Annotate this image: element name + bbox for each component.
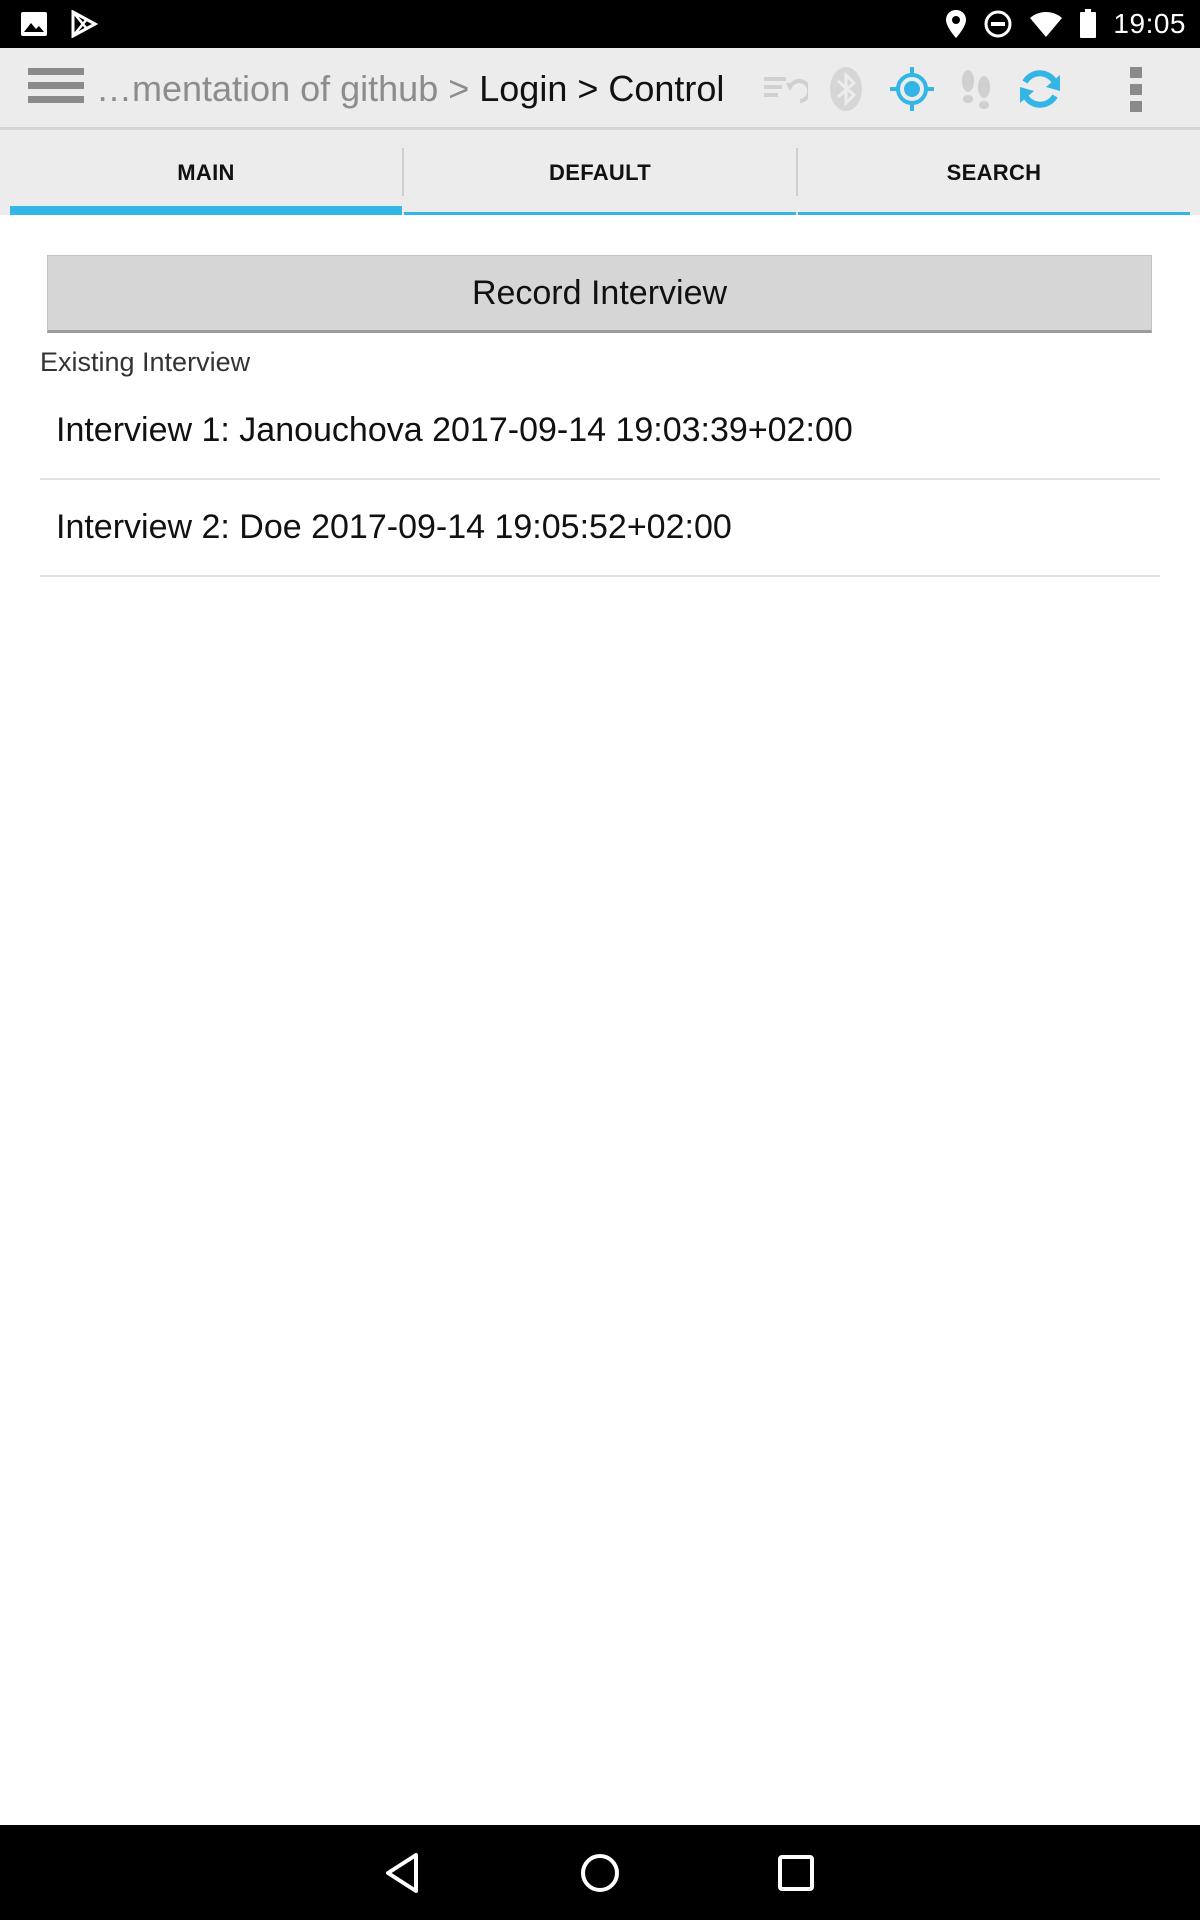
home-icon[interactable] [576, 1849, 624, 1897]
bluetooth-icon[interactable] [822, 65, 870, 113]
do-not-disturb-icon [983, 9, 1013, 39]
tab-main[interactable]: MAIN [10, 130, 402, 215]
existing-interview-label: Existing Interview [40, 347, 251, 377]
back-icon[interactable] [380, 1849, 428, 1897]
tab-label: MAIN [177, 159, 235, 185]
breadcrumb-item-control: Control [608, 68, 725, 109]
breadcrumb-separator: > [567, 68, 609, 109]
interview-list: Interview 1: Janouchova 2017-09-14 19:03… [40, 383, 1160, 577]
tab-label: DEFAULT [549, 159, 651, 185]
image-icon [20, 11, 48, 37]
action-bar: …mentation of github > Login > Control [0, 48, 1200, 130]
play-store-icon [70, 10, 98, 38]
footsteps-icon[interactable] [952, 65, 1000, 113]
status-bar: 19:05 [0, 0, 1200, 48]
location-icon [945, 9, 967, 39]
tab-indicator [10, 206, 402, 215]
breadcrumb-item-login[interactable]: Login [479, 68, 567, 109]
battery-icon [1079, 9, 1097, 39]
tab-default[interactable]: DEFAULT [404, 130, 796, 215]
overflow-menu-icon[interactable] [1112, 65, 1160, 113]
refresh-icon[interactable] [1016, 65, 1064, 113]
sync-list-icon[interactable] [760, 65, 812, 113]
list-item[interactable]: Interview 1: Janouchova 2017-09-14 19:03… [40, 383, 1160, 480]
hamburger-menu-icon[interactable] [28, 68, 84, 110]
tab-search[interactable]: SEARCH [798, 130, 1190, 215]
status-clock: 19:05 [1113, 8, 1186, 39]
tab-bar: MAIN DEFAULT SEARCH [0, 130, 1200, 215]
main-content: Record Interview Existing Interview Inte… [0, 215, 1200, 1825]
breadcrumb: …mentation of github > Login > Control [96, 48, 724, 130]
list-item[interactable]: Interview 2: Doe 2017-09-14 19:05:52+02:… [40, 480, 1160, 577]
record-interview-button[interactable]: Record Interview [47, 255, 1152, 333]
breadcrumb-item-project[interactable]: …mentation of github [96, 68, 438, 109]
navigation-bar [0, 1825, 1200, 1920]
recents-icon[interactable] [772, 1849, 820, 1897]
tab-label: SEARCH [946, 159, 1042, 185]
breadcrumb-separator: > [438, 68, 480, 109]
gps-icon[interactable] [888, 65, 936, 113]
wifi-icon [1029, 10, 1063, 38]
